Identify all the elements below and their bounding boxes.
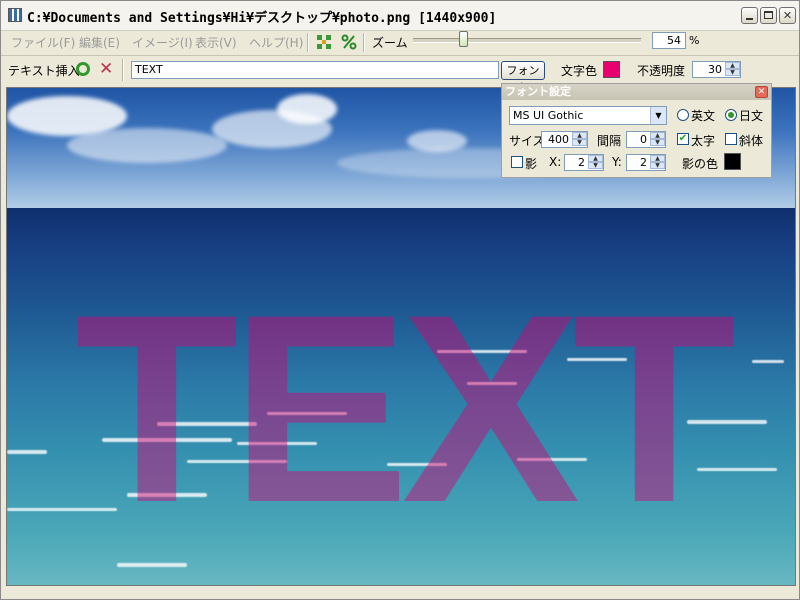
- zoom-slider-track[interactable]: [413, 38, 641, 43]
- lang-ja-radio[interactable]: [725, 109, 737, 121]
- lang-en-label: 英文: [691, 109, 716, 123]
- opacity-label: 不透明度: [637, 64, 686, 78]
- chevron-down-icon[interactable]: ▼: [650, 107, 666, 124]
- zoom-value-field[interactable]: 54: [652, 32, 686, 49]
- font-button[interactable]: フォント: [501, 61, 545, 94]
- insert-text-input[interactable]: TEXT: [131, 61, 499, 79]
- shadow-y-label: Y:: [612, 155, 622, 169]
- shadow-y-spinner[interactable]: 2 ▲ ▼: [626, 154, 666, 171]
- minimize-button[interactable]: [741, 7, 758, 24]
- shadow-label: 影: [525, 157, 538, 171]
- close-button[interactable]: ✕: [779, 7, 796, 24]
- fit-to-window-icon[interactable]: [315, 33, 333, 51]
- toolbar-separator: [307, 33, 309, 52]
- menu-view[interactable]: 表示(V): [195, 34, 237, 51]
- actual-size-icon[interactable]: [340, 33, 358, 51]
- menu-edit[interactable]: 編集(E): [79, 34, 120, 51]
- shadow-x-spinner[interactable]: 2 ▲ ▼: [564, 154, 604, 171]
- spinner-arrows-icon[interactable]: ▲ ▼: [650, 132, 665, 147]
- italic-checkbox[interactable]: [725, 133, 737, 145]
- size-label: サイズ: [509, 134, 545, 148]
- shadow-x-value: 2: [578, 156, 585, 169]
- menu-image[interactable]: イメージ(I): [132, 34, 193, 51]
- title-bar[interactable]: C:¥Documents and Settings¥Hi¥デスクトップ¥phot…: [1, 1, 799, 31]
- opacity-spinner[interactable]: 30 ▲ ▼: [692, 61, 741, 78]
- opacity-value: 30: [708, 63, 722, 76]
- status-bar: [1, 587, 799, 599]
- menu-file[interactable]: ファイル(F): [11, 34, 75, 51]
- lang-ja-label: 日文: [739, 109, 764, 123]
- panel-close-button[interactable]: ✕: [755, 86, 768, 98]
- size-value: 400: [548, 133, 569, 146]
- spinner-arrows-icon[interactable]: ▲ ▼: [588, 155, 603, 170]
- toolbar-separator: [363, 33, 365, 52]
- shadow-color-label: 影の色: [682, 157, 719, 171]
- bold-label: 太字: [691, 134, 716, 148]
- maximize-button[interactable]: [760, 7, 777, 24]
- shadow-checkbox[interactable]: [511, 156, 523, 168]
- app-window: C:¥Documents and Settings¥Hi¥デスクトップ¥phot…: [0, 0, 800, 600]
- menu-help[interactable]: ヘルプ(H): [249, 34, 303, 51]
- spinner-arrows-icon[interactable]: ▲ ▼: [725, 62, 740, 77]
- size-spinner[interactable]: 400 ▲ ▼: [541, 131, 588, 148]
- text-insert-label: テキスト挿入: [8, 64, 80, 78]
- minimize-icon: [746, 18, 753, 20]
- app-icon: [8, 8, 22, 22]
- font-family-value: MS UI Gothic: [513, 109, 584, 122]
- zoom-label: ズーム: [372, 36, 408, 50]
- text-color-label: 文字色: [561, 64, 598, 78]
- inserted-text-overlay[interactable]: TEXT: [75, 274, 736, 542]
- italic-label: 斜体: [739, 134, 764, 148]
- font-family-select[interactable]: MS UI Gothic ▼: [509, 106, 667, 125]
- zoom-unit: %: [689, 34, 700, 47]
- wave: [7, 450, 47, 454]
- apply-circle-icon[interactable]: [76, 62, 90, 76]
- cancel-x-icon[interactable]: ✕: [99, 61, 113, 78]
- shadow-y-value: 2: [640, 156, 647, 169]
- shadow-color-swatch[interactable]: [724, 153, 741, 170]
- spacing-value: 0: [640, 133, 647, 146]
- font-settings-panel: フォント設定 ✕ MS UI Gothic ▼ 英文 日文 サイズ 400 ▲ ▼…: [501, 83, 772, 178]
- spinner-arrows-icon[interactable]: ▲ ▼: [572, 132, 587, 147]
- wave: [752, 360, 784, 363]
- wave: [117, 563, 187, 567]
- close-icon: ✕: [782, 9, 793, 22]
- cloud: [277, 94, 337, 124]
- spacing-spinner[interactable]: 0 ▲ ▼: [626, 131, 666, 148]
- maximize-icon: [764, 11, 773, 19]
- text-color-swatch[interactable]: [603, 61, 620, 78]
- zoom-slider-thumb[interactable]: [459, 31, 468, 47]
- spacing-label: 間隔: [597, 134, 622, 148]
- lang-en-radio[interactable]: [677, 109, 689, 121]
- spinner-arrows-icon[interactable]: ▲ ▼: [650, 155, 665, 170]
- bold-checkbox[interactable]: ✔: [677, 133, 689, 145]
- cloud: [67, 128, 227, 163]
- font-panel-title[interactable]: フォント設定: [502, 84, 771, 100]
- window-title: C:¥Documents and Settings¥Hi¥デスクトップ¥phot…: [27, 11, 497, 26]
- toolbar-separator: [122, 59, 124, 81]
- shadow-x-label: X:: [549, 155, 562, 169]
